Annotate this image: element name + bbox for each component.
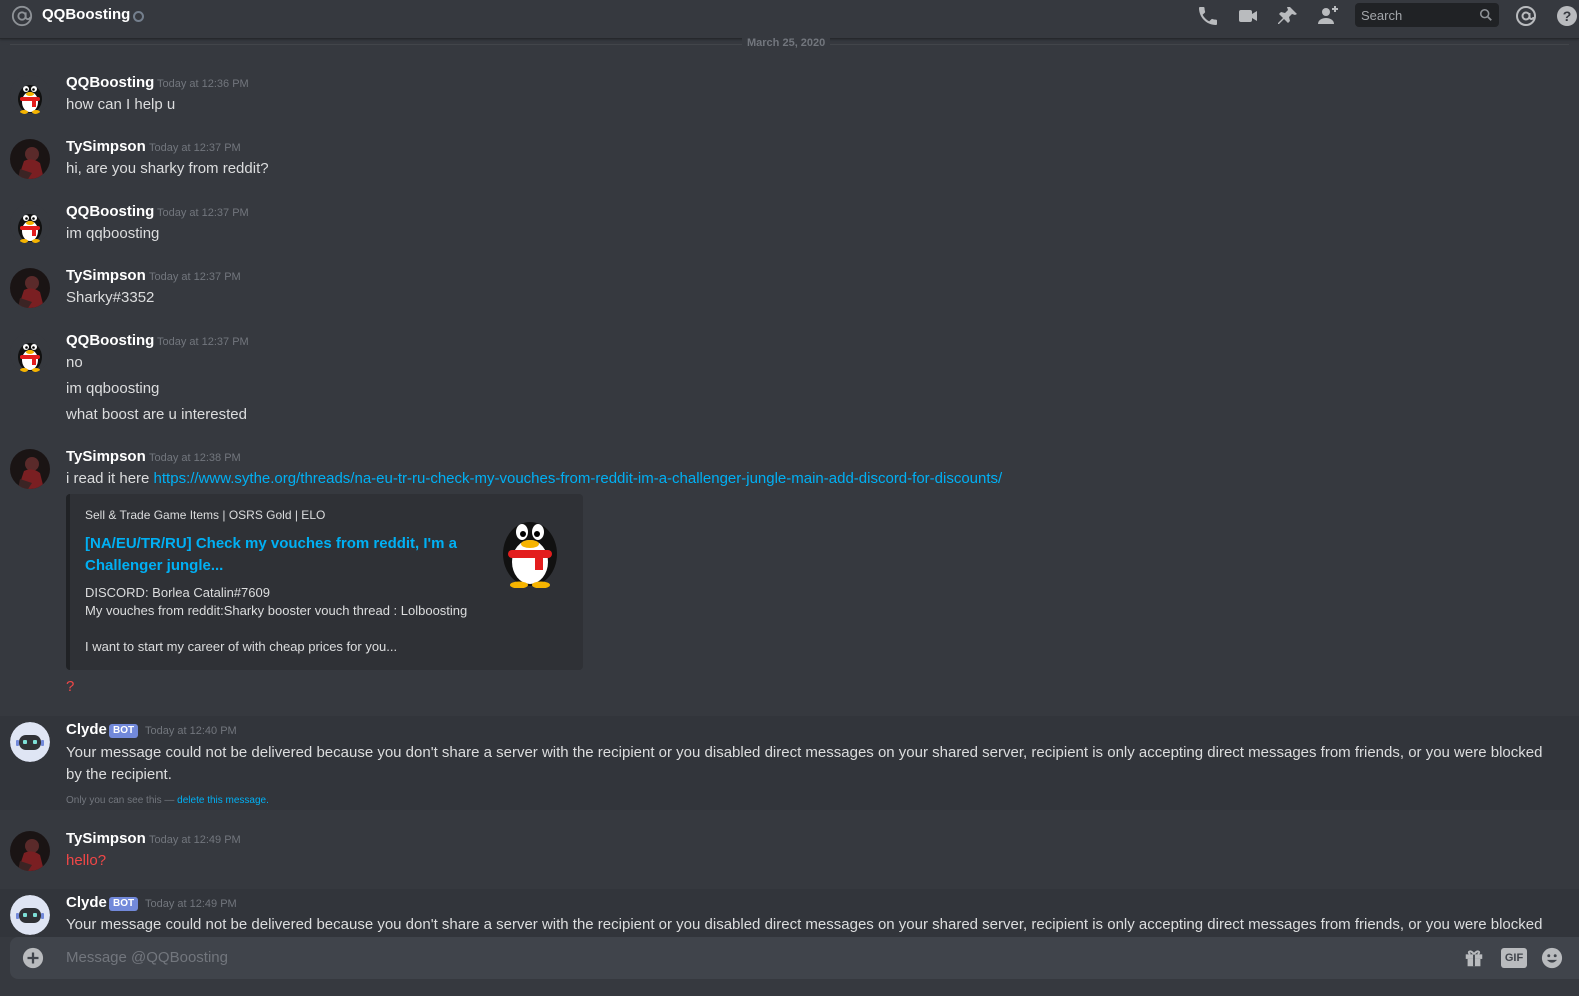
clyde-bot-avatar[interactable]	[10, 895, 50, 935]
embed-title[interactable]: [NA/EU/TR/RU] Check my vouches from redd…	[85, 533, 475, 577]
message-timestamp: Today at 12:37 PM	[149, 142, 241, 154]
svg-text:?: ?	[1563, 8, 1572, 24]
message-timestamp: Today at 12:37 PM	[157, 207, 249, 219]
message-timestamp: Today at 12:36 PM	[157, 78, 249, 90]
mention-icon[interactable]	[1514, 4, 1538, 28]
message-timestamp: Today at 12:38 PM	[149, 452, 241, 464]
message-timestamp: Today at 12:37 PM	[157, 336, 249, 348]
message-timestamp: Today at 12:40 PM	[145, 725, 237, 737]
message-text: hi, are you sharky from reddit?	[66, 160, 269, 177]
message-author[interactable]: Clyde	[66, 894, 107, 911]
plus-icon[interactable]	[22, 947, 44, 969]
user-avatar[interactable]	[10, 831, 50, 871]
message-text: im qqboosting	[66, 380, 160, 397]
message: QQBoosting Today at 12:37 PM no im qqboo…	[0, 330, 1579, 430]
message-text: by the recipient.	[66, 766, 172, 783]
message: TySimpson Today at 12:37 PM Sharky#3352	[0, 265, 1579, 321]
add-friend-icon[interactable]	[1316, 4, 1340, 28]
message-text: im qqboosting	[66, 225, 160, 242]
delete-message-link[interactable]: delete this message.	[177, 795, 269, 806]
embed-title-line: [NA/EU/TR/RU] Check my vouches from redd…	[85, 535, 457, 552]
message-author[interactable]: QQBoosting	[66, 74, 154, 91]
user-avatar[interactable]	[10, 268, 50, 308]
search-icon	[1479, 8, 1492, 21]
message-timestamp: Today at 12:37 PM	[149, 271, 241, 283]
gif-icon[interactable]: GIF	[1501, 948, 1527, 968]
message-author[interactable]: TySimpson	[66, 448, 146, 465]
user-avatar[interactable]	[10, 139, 50, 179]
channel-name: QQBoosting	[42, 6, 131, 23]
bot-tag: BOT	[109, 897, 139, 911]
message: TySimpson Today at 12:37 PM hi, are you …	[0, 136, 1579, 192]
message-text: i read it here https://www.sythe.org/thr…	[66, 470, 1002, 487]
message: Clyde BOT Today at 12:49 PM Your message…	[0, 889, 1579, 937]
message-text: Your message could not be delivered beca…	[66, 744, 1543, 761]
message: QQBoosting Today at 12:36 PM how can I h…	[0, 72, 1579, 128]
message-author[interactable]: Clyde	[66, 721, 107, 738]
embed-description-line: My vouches from reddit:Sharky booster vo…	[85, 603, 468, 618]
embed-title-line: Challenger jungle...	[85, 557, 224, 574]
message: Clyde BOT Today at 12:40 PM Your message…	[0, 716, 1579, 810]
search-input[interactable]: Search	[1355, 3, 1499, 27]
message-text: no	[66, 354, 83, 371]
message-text: Sharky#3352	[66, 289, 155, 306]
message-composer: Message @QQBoosting GIF	[10, 937, 1579, 979]
embed-description-line: I want to start my career of with cheap …	[85, 639, 398, 654]
failed-message-text: ?	[66, 678, 75, 695]
help-icon[interactable]: ?	[1555, 4, 1579, 28]
message-timestamp: Today at 12:49 PM	[149, 834, 241, 846]
message-input[interactable]: Message @QQBoosting	[66, 949, 228, 966]
call-icon[interactable]	[1196, 4, 1220, 28]
qq-penguin-avatar[interactable]	[10, 75, 50, 115]
channel-header: QQBoosting Search ?	[0, 0, 1579, 39]
embed-provider: Sell & Trade Game Items | OSRS Gold | EL…	[85, 508, 326, 522]
message-author[interactable]: QQBoosting	[66, 203, 154, 220]
ephemeral-note: Only you can see this — delete this mess…	[66, 795, 269, 806]
clyde-bot-avatar[interactable]	[10, 722, 50, 762]
message-author[interactable]: QQBoosting	[66, 332, 154, 349]
message: TySimpson Today at 12:49 PM hello?	[0, 828, 1579, 884]
search-placeholder: Search	[1361, 8, 1403, 23]
embed-description-line: DISCORD: Borlea Catalin#7609	[85, 585, 270, 600]
message-author[interactable]: TySimpson	[66, 138, 146, 155]
message-text-prefix: i read it here	[66, 470, 154, 487]
message: QQBoosting Today at 12:37 PM im qqboosti…	[0, 201, 1579, 257]
ephemeral-note-text: Only you can see this —	[66, 795, 175, 806]
message-timestamp: Today at 12:49 PM	[145, 898, 237, 910]
date-divider: March 25, 2020	[742, 37, 831, 49]
qq-penguin-avatar[interactable]	[10, 333, 50, 373]
message-author[interactable]: TySimpson	[66, 267, 146, 284]
message-text: what boost are u interested	[66, 406, 247, 423]
gift-icon[interactable]	[1462, 947, 1486, 969]
user-avatar[interactable]	[10, 449, 50, 489]
message-author[interactable]: TySimpson	[66, 830, 146, 847]
bot-tag: BOT	[109, 724, 139, 738]
emoji-icon[interactable]	[1540, 947, 1564, 969]
message-link[interactable]: https://www.sythe.org/threads/na-eu-tr-r…	[154, 470, 1003, 487]
link-embed: Sell & Trade Game Items | OSRS Gold | EL…	[66, 494, 583, 670]
pin-icon[interactable]	[1276, 4, 1300, 28]
status-dot	[133, 11, 144, 22]
message-text: Your message could not be delivered beca…	[66, 916, 1543, 933]
video-icon[interactable]	[1236, 4, 1260, 28]
message-text: how can I help u	[66, 96, 176, 113]
qq-penguin-avatar[interactable]	[10, 204, 50, 244]
embed-thumbnail-penguin[interactable]	[495, 508, 565, 588]
failed-message-text: hello?	[66, 852, 107, 869]
at-icon	[11, 5, 33, 27]
